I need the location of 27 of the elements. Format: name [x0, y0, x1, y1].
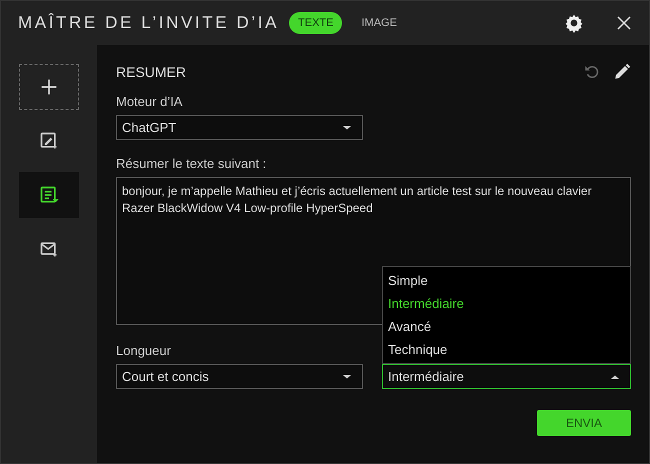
caret-icon [610, 374, 620, 380]
image-pen-icon [39, 131, 59, 151]
send-button[interactable]: ENVIA [537, 410, 631, 436]
dropdown-option[interactable]: Technique [383, 338, 630, 361]
sidebar-item[interactable] [19, 172, 79, 218]
close-icon [615, 14, 633, 32]
edit-button[interactable] [613, 63, 631, 81]
field-label: Longueur [116, 343, 171, 358]
field-label: Résumer le texte suivant : [116, 156, 266, 171]
caret-icon [342, 124, 352, 130]
dropdown[interactable]: ChatGPT [116, 115, 363, 140]
field-label: Moteur d’IA [116, 94, 182, 109]
dropdown[interactable]: Intermédiaire [382, 364, 631, 389]
undo-icon [583, 63, 601, 81]
tab[interactable]: IMAGE [352, 12, 406, 34]
pencil-icon [613, 63, 631, 81]
caret-icon [342, 374, 352, 380]
dropdown-option[interactable]: Intermédiaire [383, 292, 630, 315]
reset-button[interactable] [583, 63, 601, 81]
settings-icon [564, 13, 584, 33]
dropdown[interactable]: Court et concis [116, 364, 363, 389]
dropdown-option[interactable]: Simple [383, 269, 630, 292]
window-title: MAÎTRE DE L’INVITE D’IA [18, 13, 280, 33]
document-icon [39, 185, 59, 205]
panel-title: RESUMER [116, 64, 186, 80]
tab[interactable]: TEXTE [289, 12, 342, 34]
add-button[interactable] [19, 64, 79, 110]
